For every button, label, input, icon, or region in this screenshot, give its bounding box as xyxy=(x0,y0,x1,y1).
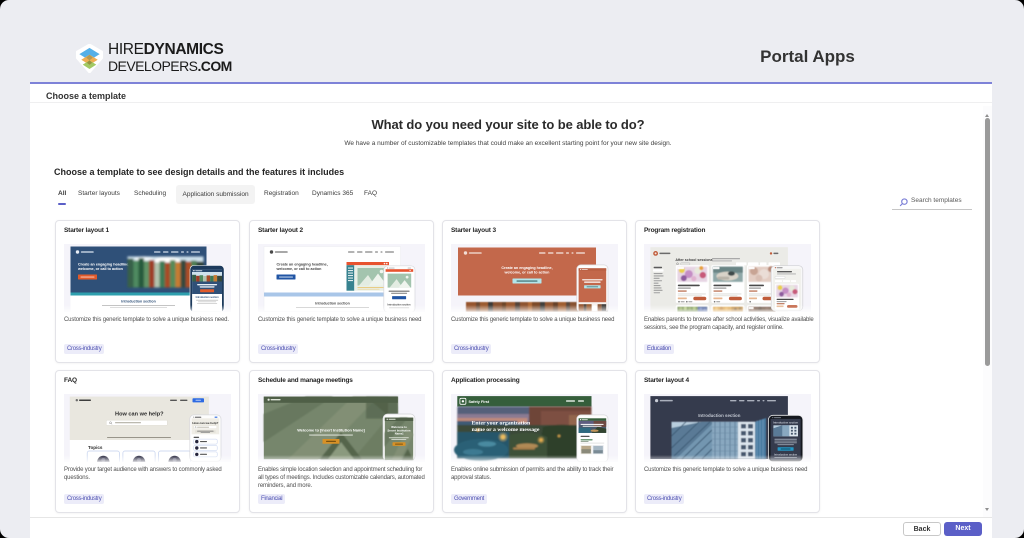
svg-text:name or a welcome message: name or a welcome message xyxy=(472,427,540,433)
svg-text:Introduction section: Introduction section xyxy=(121,300,156,304)
svg-text:Introduction section: Introduction section xyxy=(698,413,741,418)
svg-text:Enter your organization: Enter your organization xyxy=(472,420,531,426)
svg-text:Welcome to [Insert Institution: Welcome to [Insert Institution Name] xyxy=(297,428,365,433)
svg-text:How can we help?: How can we help? xyxy=(192,421,218,425)
svg-text:How can we help?: How can we help? xyxy=(115,412,164,418)
svg-text:welcome, or call to action: welcome, or call to action xyxy=(276,267,323,271)
svg-text:After school sessions: After school sessions xyxy=(675,258,712,262)
svg-text:welcome, or call to action: welcome, or call to action xyxy=(504,271,551,275)
svg-text:Safety First: Safety First xyxy=(469,400,490,404)
svg-text:Topics: Topics xyxy=(88,445,103,450)
svg-text:Introduction section: Introduction section xyxy=(773,421,798,425)
svg-text:welcome, or call to action: welcome, or call to action xyxy=(77,267,124,271)
svg-text:Name]: Name] xyxy=(395,432,404,436)
svg-text:Create an engaging headline,: Create an engaging headline, xyxy=(277,263,328,267)
svg-text:Introduction section: Introduction section xyxy=(196,296,220,299)
svg-text:Create an engaging headline,: Create an engaging headline, xyxy=(501,266,552,270)
svg-text:Create an engaging headline,: Create an engaging headline, xyxy=(78,263,129,267)
